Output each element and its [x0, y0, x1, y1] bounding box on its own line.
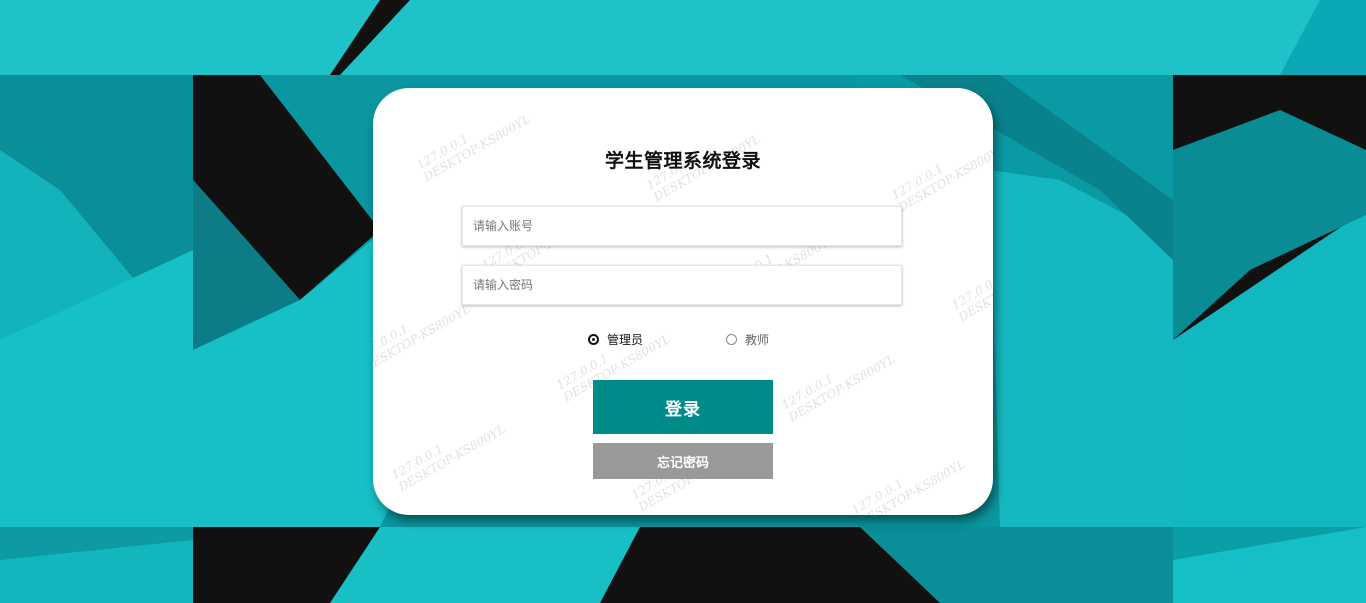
- watermark-ip: 127.0.0.1: [849, 476, 906, 515]
- watermark-host: DESKTOP-KS800YL: [956, 251, 993, 325]
- watermark-host: DESKTOP-KS800YL: [396, 421, 508, 495]
- watermark-ip: 127.0.0.1: [779, 371, 836, 413]
- page-title: 学生管理系统登录: [604, 150, 761, 172]
- forgot-password-button[interactable]: 忘记密码: [593, 443, 773, 479]
- login-card: 127.0.0.1 DESKTOP-KS800YL 127.0.0.1 DESKTO…: [373, 88, 993, 515]
- login-button[interactable]: 登录: [593, 380, 773, 434]
- role-label-admin: 管理员: [607, 333, 644, 347]
- role-label-teacher: 教师: [745, 333, 770, 347]
- watermark-host: DESKTOP-KS800YL: [786, 351, 898, 425]
- account-input[interactable]: [462, 206, 902, 246]
- role-option-admin[interactable]: 管理员: [588, 331, 643, 348]
- radio-unchecked-icon[interactable]: [726, 334, 737, 345]
- role-selector: 管理员 教师: [373, 331, 993, 349]
- watermark-ip: 127.0.0.1: [949, 271, 993, 313]
- role-option-teacher[interactable]: 教师: [726, 331, 769, 348]
- password-input[interactable]: [462, 265, 902, 305]
- login-page: 127.0.0.1 DESKTOP-KS800YL 127.0.0.1 DESKTO…: [0, 0, 1366, 603]
- radio-checked-icon[interactable]: [588, 334, 599, 345]
- watermark-ip: 127.0.0.1: [389, 441, 446, 483]
- watermark-host: DESKTOP-KS800YL: [856, 456, 968, 515]
